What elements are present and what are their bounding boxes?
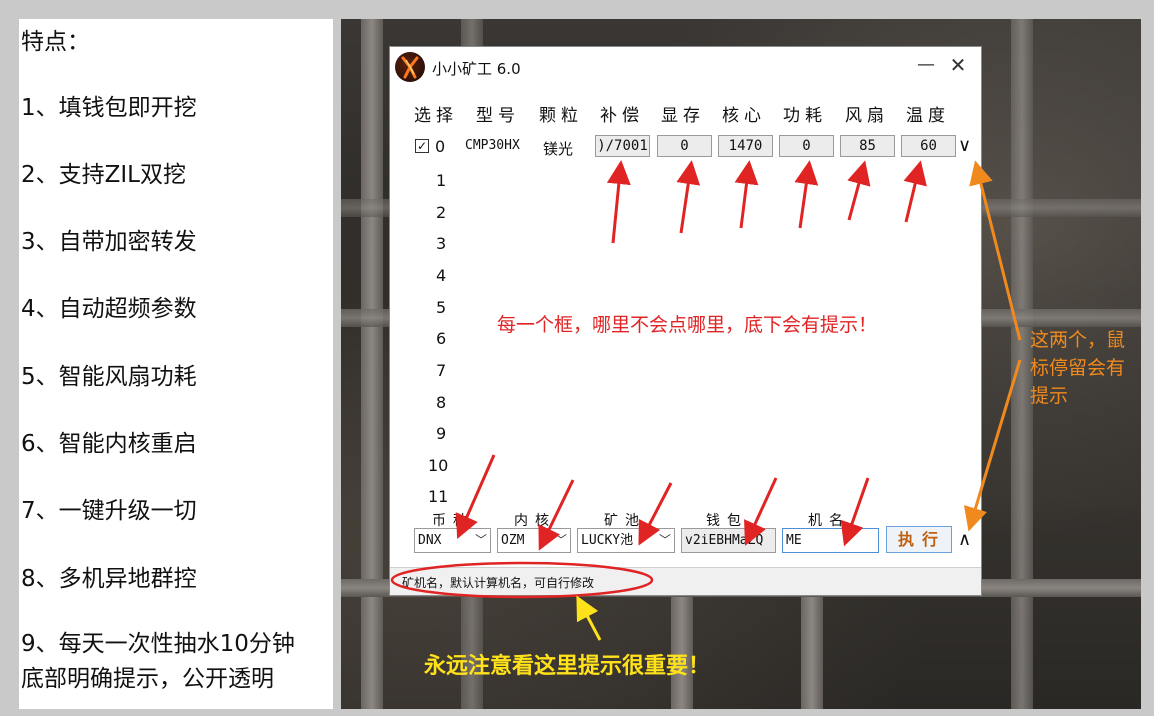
row-number: 9: [436, 424, 447, 443]
coin-label: 币种: [432, 513, 474, 529]
execute-button[interactable]: 执行: [886, 526, 952, 553]
coin-value: DNX: [418, 533, 442, 548]
feature-item: 9、每天一次性抽水10分钟: [21, 631, 295, 657]
yellow-annotation: 永远注意看这里提示很重要！: [424, 654, 711, 679]
photo-bar: [801, 579, 823, 709]
core-field[interactable]: 1470: [718, 135, 773, 157]
feature-item: 2、支持ZIL双挖: [21, 162, 186, 188]
header-core: 核心: [722, 106, 766, 126]
machine-label: 机名: [808, 513, 850, 529]
status-bar: 矿机名，默认计算机名，可自行修改: [390, 567, 981, 595]
compensation-field[interactable]: )/7001: [595, 135, 650, 157]
header-compensation: 补偿: [600, 106, 644, 126]
photo-bar: [671, 579, 693, 709]
photo-bar: [361, 19, 383, 709]
gpu-model: CMP30HX: [465, 138, 520, 153]
feature-item: 3、自带加密转发: [21, 229, 197, 255]
row-number: 8: [436, 393, 447, 412]
feature-item: 6、智能内核重启: [21, 431, 197, 457]
pool-label: 矿池: [604, 513, 646, 529]
row-number: 5: [436, 298, 447, 317]
row-number: 7: [436, 361, 447, 380]
header-temp: 温度: [906, 106, 950, 126]
row-number: 0: [435, 137, 446, 156]
app-logo-icon: [395, 52, 425, 82]
wallet-label: 钱包: [706, 513, 748, 529]
header-vram: 显存: [661, 106, 705, 126]
chevron-down-icon: ﹀: [474, 533, 487, 547]
chevron-up-icon[interactable]: ∧: [958, 529, 971, 550]
power-field[interactable]: 0: [779, 135, 834, 157]
pool-select[interactable]: LUCKY池 ﹀: [577, 528, 675, 553]
title-bar[interactable]: 小小矿工 6.0 — ✕: [390, 47, 981, 87]
chevron-down-icon: ﹀: [554, 533, 567, 547]
chevron-down-icon[interactable]: ∨: [958, 135, 971, 156]
row0-checkbox[interactable]: ✓: [415, 139, 429, 153]
minimize-button[interactable]: —: [914, 54, 938, 78]
vram-field[interactable]: 0: [657, 135, 712, 157]
orange-annotation: 这两个，鼠标停留会有提示: [1030, 329, 1126, 407]
row-number: 10: [428, 456, 449, 475]
row-number: 4: [436, 266, 447, 285]
feature-item: 8、多机异地群控: [21, 566, 197, 592]
status-text: 矿机名，默认计算机名，可自行修改: [402, 576, 595, 590]
header-model: 型号: [476, 106, 520, 126]
row-number: 3: [436, 234, 447, 253]
coin-select[interactable]: DNX ﹀: [414, 528, 491, 553]
row-number: 1: [436, 171, 447, 190]
feature-heading: 特点：: [21, 29, 90, 55]
feature-item: 底部明确提示，公开透明: [21, 666, 274, 692]
kernel-value: OZM: [501, 533, 525, 548]
red-annotation: 每一个框，哪里不会点哪里，底下会有提示！: [497, 314, 878, 336]
header-power: 功耗: [783, 106, 827, 126]
close-button[interactable]: ✕: [946, 54, 970, 78]
pool-value: LUCKY池: [581, 533, 634, 548]
wallet-input[interactable]: v2iEBHMaZQ: [681, 528, 776, 553]
kernel-label: 内核: [514, 513, 556, 529]
memory-type: 镁光: [543, 140, 574, 158]
header-fan: 风扇: [845, 106, 889, 126]
row-number: 2: [436, 203, 447, 222]
feature-item: 4、自动超频参数: [21, 296, 197, 322]
feature-item: 1、填钱包即开挖: [21, 95, 197, 121]
kernel-select[interactable]: OZM ﹀: [497, 528, 571, 553]
machine-name-input[interactable]: ME: [782, 528, 879, 553]
header-memory-type: 颗粒: [539, 106, 583, 126]
feature-panel: 特点： 1、填钱包即开挖 2、支持ZIL双挖 3、自带加密转发 4、自动超频参数…: [19, 19, 333, 709]
row-number: 6: [436, 329, 447, 348]
fan-field[interactable]: 85: [840, 135, 895, 157]
window-title: 小小矿工 6.0: [432, 60, 521, 78]
temp-field[interactable]: 60: [901, 135, 956, 157]
feature-item: 5、智能风扇功耗: [21, 364, 197, 390]
header-select: 选择: [414, 106, 458, 126]
row-number: 11: [428, 487, 449, 506]
chevron-down-icon: ﹀: [658, 533, 671, 547]
feature-item: 7、一键升级一切: [21, 498, 197, 524]
